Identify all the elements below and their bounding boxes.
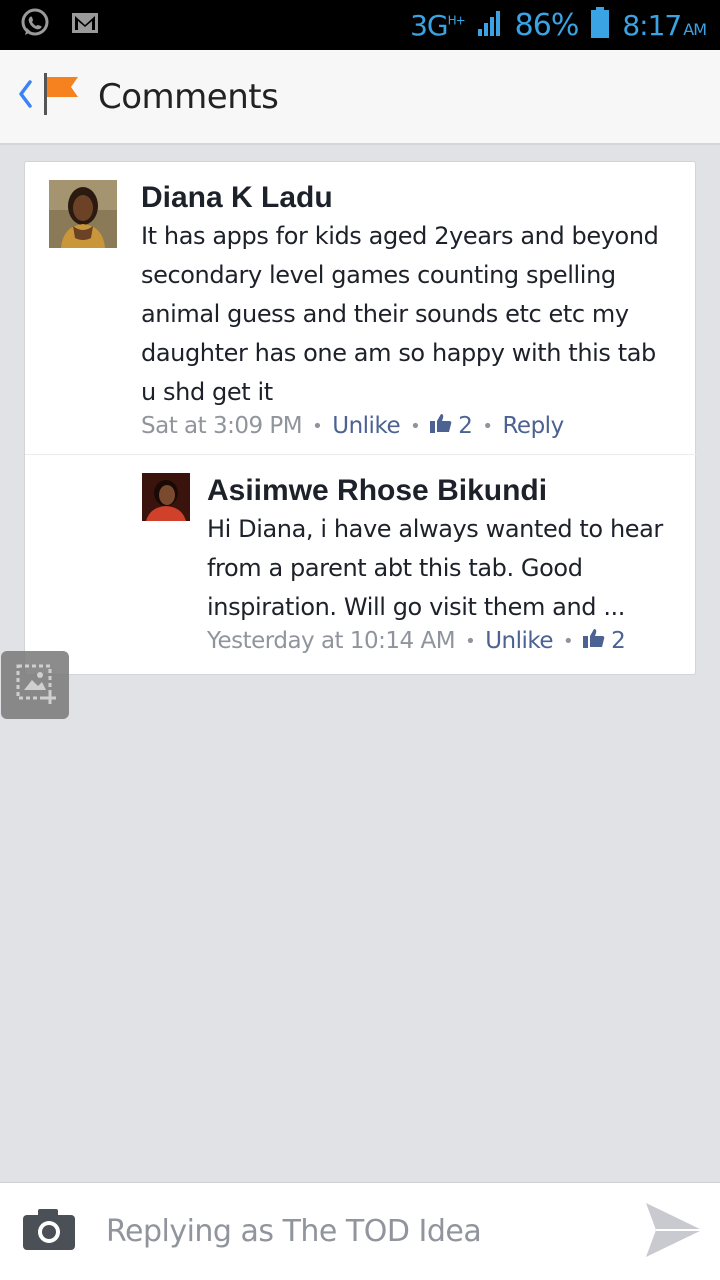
comment-author[interactable]: Asiimwe Rhose Bikundi — [207, 473, 677, 509]
like-count-value: 2 — [458, 413, 473, 439]
reply-input[interactable] — [106, 1201, 626, 1262]
reply-button[interactable]: Reply — [502, 413, 564, 439]
app-header: Comments — [0, 50, 720, 145]
separator-dot: • — [312, 415, 323, 437]
flag-icon — [38, 71, 80, 122]
thumbs-up-icon — [430, 413, 452, 439]
divider — [25, 454, 697, 455]
like-count[interactable]: 2 — [430, 413, 473, 439]
comment-text: It has apps for kids aged 2years and bey… — [141, 222, 659, 406]
avatar[interactable] — [49, 180, 117, 248]
screenshot-button[interactable] — [1, 651, 69, 719]
back-button[interactable] — [18, 71, 80, 122]
gmail-icon — [70, 10, 100, 41]
separator-dot: • — [410, 415, 421, 437]
screenshot-icon — [10, 658, 60, 713]
battery-icon — [590, 7, 610, 43]
battery-percent: 86% — [514, 7, 580, 43]
like-count-value: 2 — [611, 628, 626, 654]
unlike-button[interactable]: Unlike — [332, 413, 400, 439]
comment-meta: Sat at 3:09 PM • Unlike • 2 • Reply — [141, 413, 661, 439]
whatsapp-icon — [18, 6, 52, 45]
comment-card: Diana K Ladu It has apps for kids aged 2… — [24, 161, 697, 675]
page-title: Comments — [98, 76, 279, 117]
comment-timestamp: Yesterday at 10:14 AM — [207, 628, 456, 654]
camera-icon[interactable] — [22, 1207, 76, 1256]
like-count[interactable]: 2 — [583, 628, 626, 654]
separator-dot: • — [563, 630, 574, 652]
signal-icon — [477, 9, 503, 41]
send-icon[interactable] — [644, 1201, 704, 1264]
status-bar: 3GH+ 86% 8:17 AM — [0, 0, 720, 50]
chevron-left-icon — [18, 79, 32, 114]
reply-composer — [0, 1182, 720, 1280]
separator-dot: • — [482, 415, 493, 437]
comment-timestamp: Sat at 3:09 PM — [141, 413, 303, 439]
network-indicator: 3GH+ — [410, 8, 466, 42]
clock: 8:17 AM — [622, 8, 707, 42]
separator-dot: • — [465, 630, 476, 652]
thumbs-up-icon — [583, 628, 605, 654]
unlike-button[interactable]: Unlike — [485, 628, 553, 654]
comment-author[interactable]: Diana K Ladu — [141, 180, 661, 216]
comment-text: Hi Diana, i have always wanted to hear f… — [207, 515, 663, 621]
avatar[interactable] — [142, 473, 190, 521]
comment-meta: Yesterday at 10:14 AM • Unlike • 2 — [207, 628, 677, 654]
